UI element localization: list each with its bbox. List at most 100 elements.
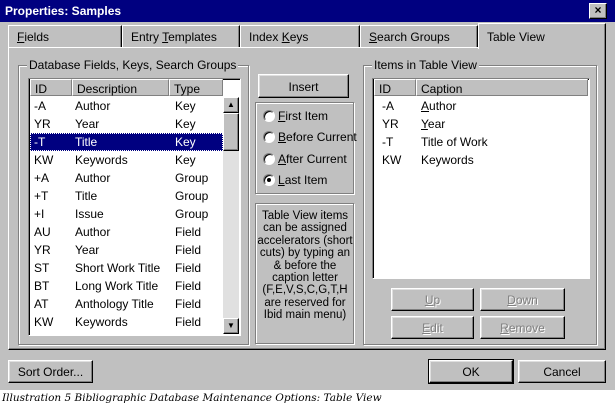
cell-id: YR (382, 117, 399, 131)
table-row[interactable]: YR Year Field (30, 241, 223, 259)
cell-id: KW (382, 153, 402, 167)
radio-last-item-button[interactable] (263, 174, 275, 186)
help-text-box: Table View items can be assigned acceler… (255, 203, 354, 344)
database-fields-list[interactable]: ID Description Type -A Author Key YR Year Key… (28, 78, 241, 336)
cell-caption: Year (421, 117, 445, 131)
database-fields-group-label: Database Fields, Keys, Search Groups (27, 58, 239, 72)
down-button[interactable]: Down (480, 288, 565, 311)
vertical-scrollbar[interactable]: ▲ ▼ (223, 97, 239, 334)
tab-panel: Database Fields, Keys, Search Groups ID … (8, 47, 606, 350)
cell-type: Key (175, 153, 196, 167)
cell-type: Field (175, 279, 202, 293)
cell-description: Keywords (75, 315, 128, 329)
tab-index-keys-pre: Index (249, 30, 282, 44)
table-row[interactable]: -T Title of Work (374, 133, 588, 151)
window-title: Properties: Samples (5, 4, 122, 18)
table-row[interactable]: +T Title Group (30, 187, 223, 205)
table-row[interactable]: BT Long Work Title Field (30, 277, 223, 295)
items-in-table-view-group: Items in Table View ID Caption -A Author Y… (363, 58, 597, 345)
scroll-down-arrow-icon[interactable]: ▼ (223, 318, 239, 334)
ok-button[interactable]: OK (428, 359, 514, 384)
cell-description: Title (75, 135, 98, 149)
tab-fields[interactable]: Fields (8, 25, 122, 47)
remove-button-label: emove (508, 321, 545, 335)
close-icon[interactable]: × (589, 3, 607, 19)
cell-description: Author (75, 99, 111, 113)
table-row[interactable]: KW Keywords Key (30, 151, 223, 169)
tab-search-groups[interactable]: Search Groups (360, 25, 478, 47)
radio-before-current-text: efore Current (286, 130, 357, 144)
tab-table-view[interactable]: Table View (478, 23, 606, 49)
radio-after-current-text: fter Current (286, 152, 347, 166)
cell-type: Group (175, 189, 209, 203)
tab-entry-templates[interactable]: Entry Templates (122, 25, 240, 47)
caption-text: ear (427, 117, 446, 131)
radio-first-item-label: First Item (278, 109, 328, 123)
remove-button[interactable]: Remove (480, 316, 565, 339)
edit-button[interactable]: Edit (391, 316, 474, 339)
radio-last-item-text: ast Item (284, 173, 328, 187)
caption-accel: A (421, 99, 430, 113)
items-in-table-view-list[interactable]: ID Caption -A Author YR Year -T Title of Work… (372, 78, 590, 279)
cell-id: YR (34, 243, 51, 257)
column-header-type[interactable]: Type (169, 79, 223, 96)
cell-description: Short Work Title (75, 261, 161, 275)
radio-before-current-label: Before Current (278, 130, 357, 144)
table-row[interactable]: YR Year (374, 115, 588, 133)
table-row[interactable]: AT Anthology Title Field (30, 295, 223, 313)
insert-button[interactable]: Insert (258, 74, 349, 98)
cell-type: Field (175, 315, 202, 329)
table-row[interactable]: -A Author Key (30, 97, 223, 115)
radio-before-current-button[interactable] (263, 131, 275, 143)
properties-dialog: Properties: Samples × Fields Entry Templ… (0, 0, 615, 390)
table-row[interactable]: +I Issue Group (30, 205, 223, 223)
cell-id: ST (34, 261, 50, 275)
table-row[interactable]: YR Year Key (30, 115, 223, 133)
title-bar[interactable]: Properties: Samples × (0, 0, 615, 22)
cell-type: Field (175, 297, 202, 311)
radio-after-current-accel: A (278, 152, 287, 166)
table-row[interactable]: ST Short Work Title Field (30, 259, 223, 277)
table-row[interactable]: AU Author Field (30, 223, 223, 241)
column-header-caption[interactable]: Caption (416, 79, 588, 96)
tab-search-groups-label: earch Groups (377, 30, 450, 44)
cell-description: Keywords (75, 153, 128, 167)
cancel-button[interactable]: Cancel (518, 360, 606, 383)
sort-order-button[interactable]: Sort Order... (8, 360, 93, 383)
cell-caption: Keywords (421, 153, 474, 167)
tab-search-groups-accel: S (369, 30, 378, 44)
radio-after-current-button[interactable] (263, 153, 275, 165)
radio-after-current-label: After Current (278, 152, 347, 166)
cell-type: Key (175, 99, 196, 113)
tab-index-keys[interactable]: Index Keys (240, 25, 360, 47)
help-line: are reserved for (264, 296, 346, 309)
help-line: cuts) by typing an (259, 247, 351, 260)
cell-type: Field (175, 261, 202, 275)
radio-first-item-button[interactable] (263, 110, 275, 122)
cell-id: KW (34, 315, 54, 329)
cell-description: Long Work Title (75, 279, 159, 293)
scroll-thumb[interactable] (223, 113, 239, 151)
cell-id: KW (34, 153, 54, 167)
help-line: accelerators (short (257, 234, 353, 247)
tab-entry-templates-label: emplates (168, 30, 217, 44)
radio-before-current-accel: B (278, 130, 287, 144)
table-row[interactable]: KW Keywords (374, 151, 588, 169)
tab-table-view-label: Table View (487, 30, 545, 44)
cell-id: +A (34, 171, 50, 185)
table-row[interactable]: +A Author Group (30, 169, 223, 187)
cell-type: Field (175, 225, 202, 239)
tab-fields-label: ields (24, 30, 50, 44)
table-row[interactable]: KW Keywords Field (30, 313, 223, 331)
up-button[interactable]: Up (391, 288, 474, 311)
caption-accel: Y (421, 117, 428, 131)
column-header-description[interactable]: Description (72, 79, 169, 96)
table-row[interactable]: -A Author (374, 97, 588, 115)
column-header-id[interactable]: ID (30, 79, 72, 96)
cell-type: Group (175, 207, 209, 221)
cell-caption: Title of Work (421, 135, 488, 149)
scroll-up-arrow-icon[interactable]: ▲ (223, 97, 239, 113)
figure-caption: Illustration 5 Bibliographic Database Ma… (2, 392, 382, 404)
table-row[interactable]: -T Title Key (30, 133, 223, 151)
column-header-id[interactable]: ID (374, 79, 416, 96)
